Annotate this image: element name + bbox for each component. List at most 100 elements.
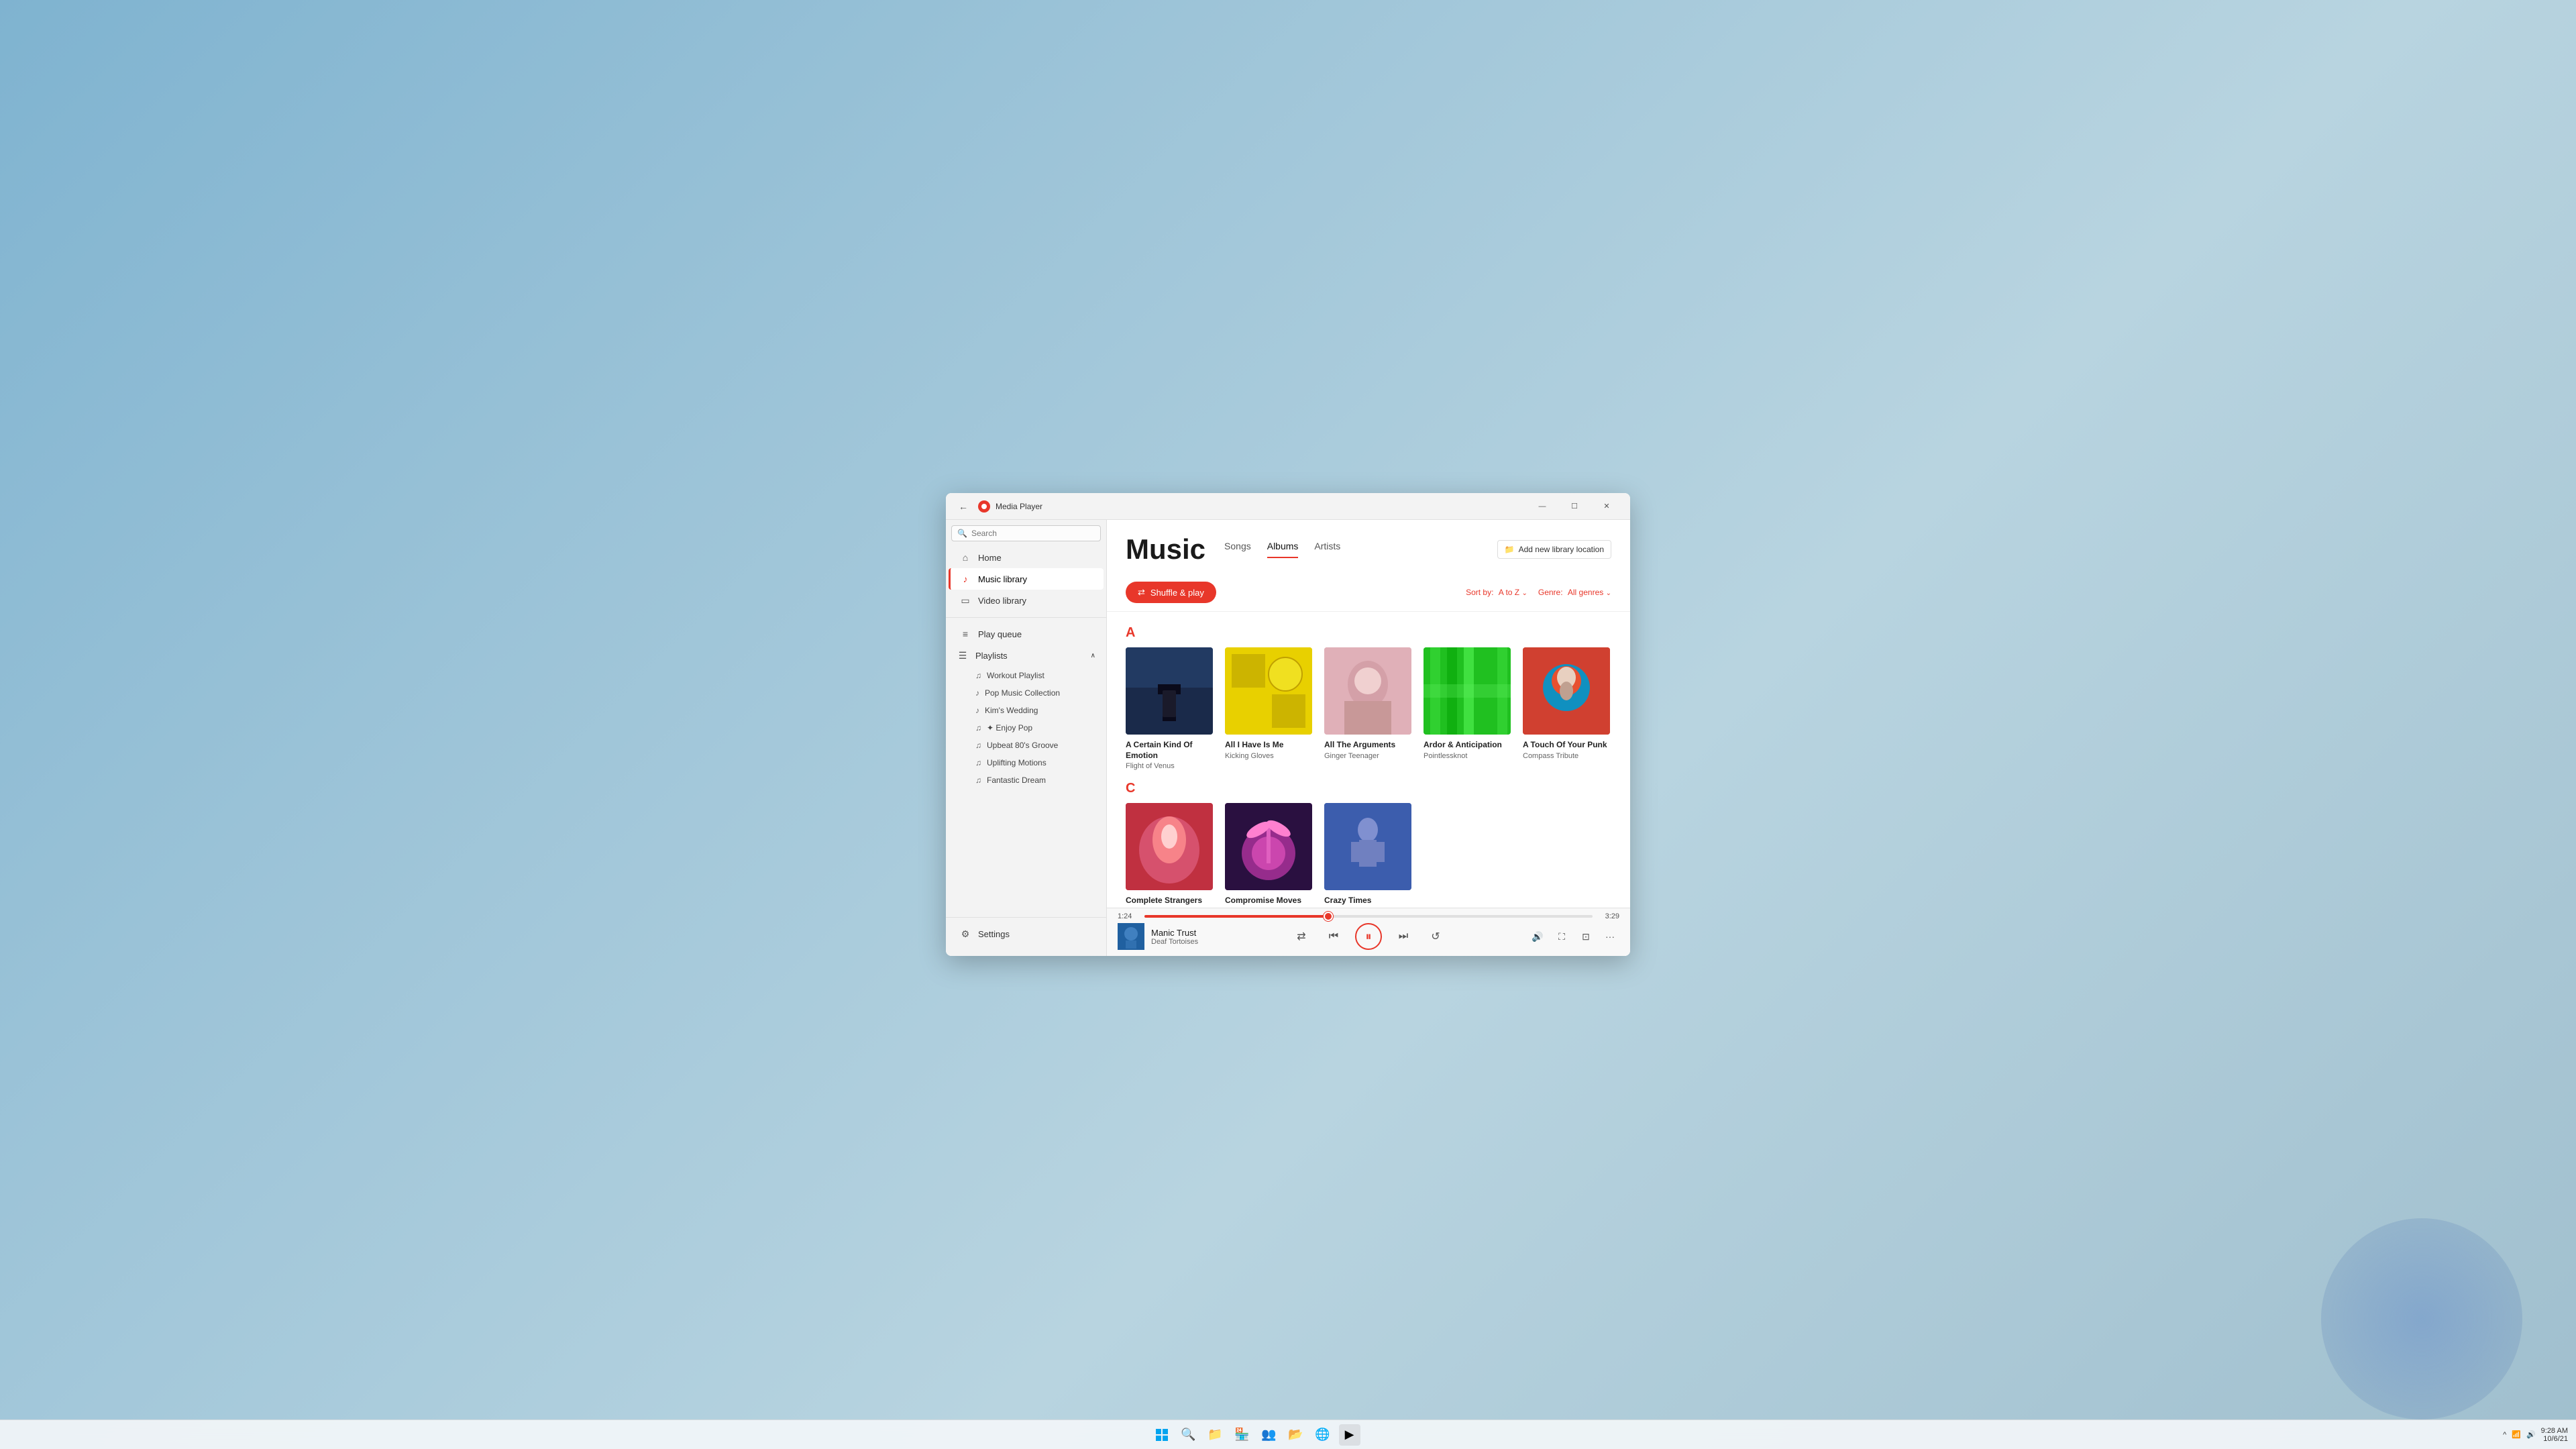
sidebar-item-pop-music[interactable]: ♪ Pop Music Collection xyxy=(946,684,1106,702)
start-button[interactable] xyxy=(1151,1424,1173,1446)
window-controls: — ☐ ✕ xyxy=(1527,496,1622,517)
album-card-all-the-arguments[interactable]: All The Arguments Ginger Teenager xyxy=(1324,647,1411,770)
playlist-label: Workout Playlist xyxy=(987,671,1044,680)
playlist-icon: ♫ xyxy=(975,741,981,750)
sort-value: A to Z xyxy=(1499,588,1519,597)
search-bar[interactable]: 🔍 xyxy=(951,525,1101,541)
shuffle-label: Shuffle & play xyxy=(1150,588,1204,598)
sidebar-bottom: ⚙ Settings xyxy=(946,917,1106,951)
genre-chevron-icon: ⌄ xyxy=(1606,590,1611,597)
expand-button[interactable]: ⛶ xyxy=(1552,927,1571,946)
album-cover-c2 xyxy=(1225,803,1312,890)
sidebar-item-settings[interactable]: ⚙ Settings xyxy=(949,923,1104,945)
wifi-icon: 📶 xyxy=(2512,1430,2521,1439)
sidebar-item-fantastic-dream[interactable]: ♫ Fantastic Dream xyxy=(946,771,1106,789)
album-name: All I Have Is Me xyxy=(1225,740,1312,751)
maximize-button[interactable]: ☐ xyxy=(1559,496,1590,517)
taskbar-media-button[interactable]: ▶ xyxy=(1339,1424,1360,1446)
playlist-label: Uplifting Motions xyxy=(987,758,1046,767)
tab-artists[interactable]: Artists xyxy=(1314,541,1340,558)
album-art-svg xyxy=(1523,647,1610,735)
chevron-icon[interactable]: ^ xyxy=(2503,1431,2506,1439)
content-header: Music Songs Albums Artists 📁 Add new lib… xyxy=(1107,520,1630,574)
playlists-section-header[interactable]: ☰ Playlists ∧ xyxy=(946,645,1106,667)
taskbar-datetime[interactable]: 9:28 AM 10/6/21 xyxy=(2541,1427,2568,1443)
taskbar-teams-button[interactable]: 👥 xyxy=(1258,1424,1280,1446)
settings-icon: ⚙ xyxy=(959,928,971,940)
taskbar-store-button[interactable]: 🏪 xyxy=(1232,1424,1253,1446)
sidebar-item-workout[interactable]: ♫ Workout Playlist xyxy=(946,667,1106,684)
sidebar-item-play-queue[interactable]: ≡ Play queue xyxy=(949,623,1104,645)
album-card-crazy-times[interactable]: Crazy Times Saving Gabrielle xyxy=(1324,803,1411,908)
next-button[interactable]: ⏭ xyxy=(1393,926,1414,947)
sort-button[interactable]: Sort by: A to Z ⌄ xyxy=(1466,588,1527,597)
main-layout: 🔍 ⌂ Home ♪ Music library ▭ Video library xyxy=(946,520,1630,956)
taskbar-date-display: 10/6/21 xyxy=(2541,1435,2568,1443)
tab-songs[interactable]: Songs xyxy=(1224,541,1251,558)
album-card-compromise[interactable]: Compromise Moves Fast Pete Brown xyxy=(1225,803,1312,908)
album-name: Compromise Moves Fast xyxy=(1225,896,1312,908)
sidebar-item-label: Play queue xyxy=(978,629,1022,639)
album-cover-c1 xyxy=(1126,803,1213,890)
shuffle-play-button[interactable]: ⇄ Shuffle & play xyxy=(1126,582,1216,603)
shuffle-icon: ⇄ xyxy=(1138,587,1145,598)
genre-label: Genre: xyxy=(1538,588,1563,597)
playlist-icon: ♫ xyxy=(975,758,981,767)
mini-player-button[interactable]: ⊡ xyxy=(1576,927,1595,946)
sidebar-item-video-library[interactable]: ▭ Video library xyxy=(949,590,1104,612)
taskbar-explorer-button[interactable]: 📁 xyxy=(1205,1424,1226,1446)
sidebar-item-music-library[interactable]: ♪ Music library xyxy=(949,568,1104,590)
album-card-all-i-have[interactable]: All I Have Is Me Kicking Gloves xyxy=(1225,647,1312,770)
tab-albums[interactable]: Albums xyxy=(1267,541,1299,558)
playlist-label: Fantastic Dream xyxy=(987,775,1046,785)
playlist-label: Upbeat 80's Groove xyxy=(987,741,1058,750)
genre-button[interactable]: Genre: All genres ⌄ xyxy=(1538,588,1611,597)
album-name: A Certain Kind Of Emotion xyxy=(1126,740,1213,761)
taskbar-search-button[interactable]: 🔍 xyxy=(1178,1424,1199,1446)
album-cover-a5 xyxy=(1523,647,1610,735)
sidebar-item-label: Video library xyxy=(978,596,1026,606)
add-library-button[interactable]: 📁 Add new library location xyxy=(1497,540,1611,559)
sidebar-item-upbeat-80s[interactable]: ♫ Upbeat 80's Groove xyxy=(946,737,1106,754)
volume-button[interactable]: 🔊 xyxy=(1528,927,1547,946)
album-card-touch-of-punk[interactable]: A Touch Of Your Punk Compass Tribute xyxy=(1523,647,1610,770)
back-button[interactable]: ← xyxy=(954,497,973,516)
add-library-label: Add new library location xyxy=(1519,545,1604,554)
shuffle-button[interactable]: ⇄ xyxy=(1291,926,1312,947)
sort-genre-row: Sort by: A to Z ⌄ Genre: All genres ⌄ xyxy=(1466,588,1611,597)
albums-scroll-area[interactable]: A A Certain Kind Of Emotion xyxy=(1107,612,1630,908)
queue-icon: ≡ xyxy=(959,629,971,639)
album-cover-a3 xyxy=(1324,647,1411,735)
album-card-complete-strangers[interactable]: Complete Strangers Corbin Revival xyxy=(1126,803,1213,908)
album-art-svg xyxy=(1324,647,1411,735)
album-name: All The Arguments xyxy=(1324,740,1411,751)
album-art-svg xyxy=(1324,803,1411,890)
progress-thumb[interactable] xyxy=(1324,912,1333,921)
sidebar-item-enjoy-pop[interactable]: ♫ ✦ Enjoy Pop xyxy=(946,719,1106,737)
progress-track[interactable] xyxy=(1144,915,1593,918)
playlist-icon: ♪ xyxy=(975,706,979,715)
minimize-button[interactable]: — xyxy=(1527,496,1558,517)
search-input[interactable] xyxy=(971,529,1093,538)
repeat-button[interactable]: ↺ xyxy=(1425,926,1446,947)
previous-button[interactable]: ⏮ xyxy=(1323,926,1344,947)
sidebar-item-kims-wedding[interactable]: ♪ Kim's Wedding xyxy=(946,702,1106,719)
sidebar-item-label: Music library xyxy=(978,574,1027,584)
sidebar-item-uplifting-motions[interactable]: ♫ Uplifting Motions xyxy=(946,754,1106,771)
play-pause-button[interactable]: ⏸ xyxy=(1355,923,1382,950)
album-cover-c3 xyxy=(1324,803,1411,890)
titlebar-title: Media Player xyxy=(996,502,1527,511)
taskbar-time-display: 9:28 AM xyxy=(2541,1427,2568,1435)
sidebar-item-home[interactable]: ⌂ Home xyxy=(949,547,1104,568)
close-button[interactable]: ✕ xyxy=(1591,496,1622,517)
titlebar: ← Media Player — ☐ ✕ xyxy=(946,493,1630,520)
taskbar-files-button[interactable]: 📂 xyxy=(1285,1424,1307,1446)
playlist-icon: ♫ xyxy=(975,775,981,785)
album-card-a-certain-kind[interactable]: A Certain Kind Of Emotion Flight of Venu… xyxy=(1126,647,1213,770)
playlist-label: Kim's Wedding xyxy=(985,706,1038,715)
taskbar-edge-button[interactable]: 🌐 xyxy=(1312,1424,1334,1446)
album-art-svg xyxy=(1126,647,1213,735)
playlist-icon: ♪ xyxy=(975,688,979,698)
album-card-ardor[interactable]: Ardor & Anticipation Pointlessknot xyxy=(1424,647,1511,770)
more-options-button[interactable]: ··· xyxy=(1601,927,1619,946)
